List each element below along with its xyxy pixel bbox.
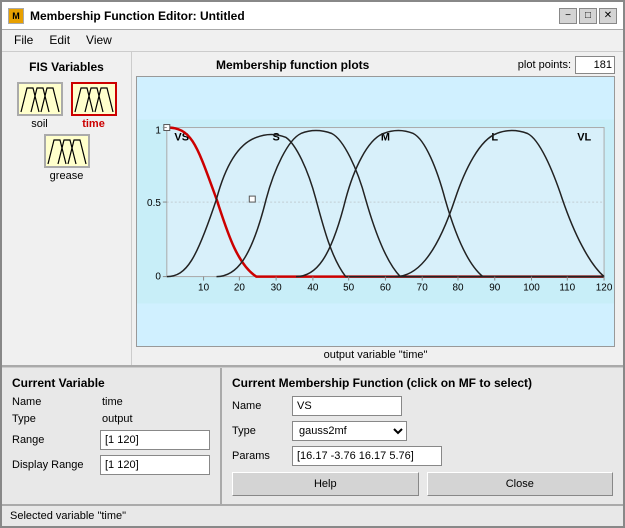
- fis-row-1: soil time: [17, 82, 117, 130]
- mf-name-row: Name: [232, 396, 613, 416]
- svg-text:10: 10: [198, 283, 210, 294]
- menu-edit[interactable]: Edit: [41, 32, 78, 49]
- name-value: time: [102, 396, 123, 408]
- mf-type-row: Type gauss2mf gaussmf trimf trapmf gbell…: [232, 421, 613, 441]
- mf-title: Membership function plots: [216, 58, 369, 72]
- main-area: FIS Variables: [2, 52, 623, 365]
- mf-name-label: Name: [232, 400, 292, 412]
- svg-text:1: 1: [155, 125, 161, 136]
- fis-box-time: [71, 82, 117, 116]
- fis-var-label-grease: grease: [50, 170, 84, 182]
- help-button[interactable]: Help: [232, 472, 419, 496]
- menu-file[interactable]: File: [6, 32, 41, 49]
- type-value: output: [102, 413, 133, 425]
- mf-params-input[interactable]: [292, 446, 442, 466]
- current-mf-panel: Current Membership Function (click on MF…: [222, 368, 623, 504]
- svg-text:30: 30: [271, 283, 283, 294]
- svg-text:70: 70: [417, 283, 429, 294]
- plot-points-input[interactable]: [575, 56, 615, 74]
- display-range-row: Display Range: [12, 455, 210, 475]
- mf-header: Membership function plots plot points:: [136, 56, 615, 74]
- current-mf-title: Current Membership Function (click on MF…: [232, 376, 613, 390]
- status-text: Selected variable "time": [10, 510, 126, 522]
- fis-var-time[interactable]: time: [71, 82, 117, 130]
- range-row: Range: [12, 430, 210, 450]
- soil-mf-icon: [19, 84, 61, 114]
- name-label: Name: [12, 396, 102, 408]
- fis-var-grease[interactable]: grease: [44, 134, 90, 182]
- status-bar: Selected variable "time": [2, 504, 623, 526]
- maximize-button[interactable]: □: [579, 8, 597, 24]
- svg-text:120: 120: [596, 283, 613, 294]
- fis-row-2: grease: [44, 134, 90, 182]
- svg-text:60: 60: [380, 283, 392, 294]
- fis-variables-title: FIS Variables: [29, 60, 104, 74]
- menu-bar: File Edit View: [2, 30, 623, 52]
- main-window: M Membership Function Editor: Untitled −…: [0, 0, 625, 528]
- fis-var-label-time: time: [82, 118, 105, 130]
- grease-mf-icon: [46, 136, 88, 166]
- fis-variables-grid: soil time: [17, 82, 117, 182]
- bottom-panel: Current Variable Name time Type output R…: [2, 365, 623, 504]
- plot-area[interactable]: 1 0.5 0 10 20 30 40 50 60 70 80 90 100: [136, 76, 615, 347]
- minimize-button[interactable]: −: [559, 8, 577, 24]
- fis-var-soil[interactable]: soil: [17, 82, 63, 130]
- bottom-panels-row: Current Variable Name time Type output R…: [2, 367, 623, 504]
- name-row: Name time: [12, 396, 210, 408]
- close-button[interactable]: Close: [427, 472, 614, 496]
- title-bar-left: M Membership Function Editor: Untitled: [8, 8, 245, 24]
- range-label: Range: [12, 434, 100, 446]
- display-range-label: Display Range: [12, 459, 100, 471]
- svg-text:50: 50: [343, 283, 355, 294]
- mf-type-label: Type: [232, 425, 292, 437]
- title-buttons: − □ ✕: [559, 8, 617, 24]
- svg-text:40: 40: [307, 283, 319, 294]
- time-mf-icon: [73, 84, 115, 114]
- mf-canvas-area: Membership function plots plot points:: [132, 52, 623, 365]
- mf-params-row: Params: [232, 446, 613, 466]
- svg-text:VL: VL: [577, 131, 591, 143]
- plot-points-area: plot points:: [518, 56, 615, 74]
- type-row: Type output: [12, 413, 210, 425]
- x-axis-label: output variable "time": [136, 349, 615, 361]
- fis-box-grease: [44, 134, 90, 168]
- fis-variables-panel: FIS Variables: [2, 52, 132, 365]
- range-input[interactable]: [100, 430, 210, 450]
- menu-view[interactable]: View: [78, 32, 120, 49]
- svg-text:90: 90: [489, 283, 501, 294]
- svg-text:20: 20: [234, 283, 246, 294]
- display-range-input[interactable]: [100, 455, 210, 475]
- mf-name-input[interactable]: [292, 396, 402, 416]
- fis-var-label-soil: soil: [31, 118, 48, 130]
- svg-text:S: S: [272, 131, 279, 143]
- current-variable-panel: Current Variable Name time Type output R…: [2, 368, 222, 504]
- svg-text:0.5: 0.5: [147, 198, 161, 209]
- close-button[interactable]: ✕: [599, 8, 617, 24]
- current-variable-title: Current Variable: [12, 376, 210, 390]
- window-title: Membership Function Editor: Untitled: [30, 9, 245, 23]
- type-label: Type: [12, 413, 102, 425]
- fis-box-soil: [17, 82, 63, 116]
- svg-text:110: 110: [559, 283, 575, 294]
- svg-text:0: 0: [155, 272, 161, 283]
- svg-text:80: 80: [452, 283, 464, 294]
- mf-type-select[interactable]: gauss2mf gaussmf trimf trapmf gbellmf si…: [292, 421, 407, 441]
- mf-plot-svg: 1 0.5 0 10 20 30 40 50 60 70 80 90 100: [137, 77, 614, 346]
- title-bar: M Membership Function Editor: Untitled −…: [2, 2, 623, 30]
- plot-points-label: plot points:: [518, 59, 571, 71]
- app-icon: M: [8, 8, 24, 24]
- svg-text:100: 100: [523, 283, 540, 294]
- mf-params-label: Params: [232, 450, 292, 462]
- mf-button-row: Help Close: [232, 472, 613, 496]
